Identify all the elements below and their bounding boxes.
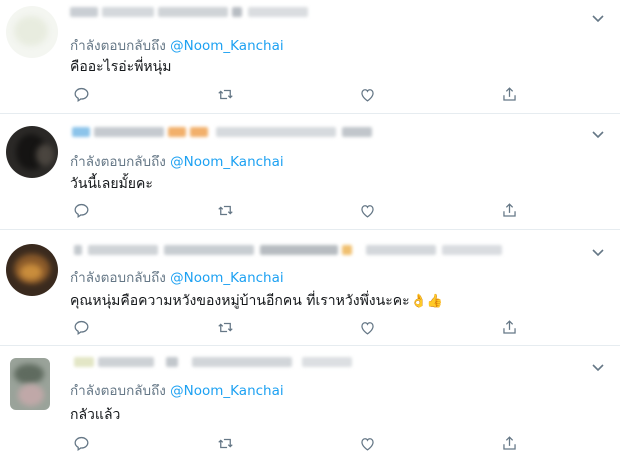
reply-icon [72,87,91,108]
reply-button[interactable] [72,318,92,338]
like-button[interactable] [358,85,378,105]
reply-context: กำลังตอบกลับถึง @Noom_Kanchai [70,266,284,288]
chevron-down-icon [590,360,606,379]
tweet-card[interactable]: กำลังตอบกลับถึง @Noom_Kanchai คืออะไรอ่ะ… [0,0,620,114]
share-button[interactable] [500,434,520,454]
heart-icon [358,89,377,108]
reply-icon [72,436,91,457]
heart-icon [358,438,377,457]
share-icon [500,436,519,457]
tweet-card[interactable]: กำลังตอบกลับถึง @Noom_Kanchai กลัวแล้ว [0,346,620,464]
more-options-button[interactable] [590,126,606,142]
avatar[interactable] [10,358,50,410]
share-icon [500,203,519,224]
blurred-username[interactable] [70,5,540,19]
reply-feed: กำลังตอบกลับถึง @Noom_Kanchai คืออะไรอ่ะ… [0,0,620,464]
tweet-text-body: กลัวแล้ว [70,407,121,423]
like-button[interactable] [358,318,378,338]
avatar[interactable] [6,244,58,296]
retweet-icon [216,89,235,108]
reply-button[interactable] [72,85,92,105]
tweet-text: กลัวแล้ว [70,404,120,426]
reply-prefix: กำลังตอบกลับถึง [70,38,166,54]
retweet-icon [216,322,235,341]
tweet-card[interactable]: กำลังตอบกลับถึง @Noom_Kanchai วันนี้เลยม… [0,114,620,230]
avatar[interactable] [6,126,58,178]
reply-context: กำลังตอบกลับถึง @Noom_Kanchai [70,379,284,401]
reply-prefix: กำลังตอบกลับถึง [70,154,166,170]
retweet-icon [216,438,235,457]
tweet-card[interactable]: กำลังตอบกลับถึง @Noom_Kanchai คุณหนุ่มคื… [0,230,620,346]
chevron-down-icon [590,127,606,146]
tweet-text-body: คืออะไรอ่ะพี่หนุ่ม [70,59,172,75]
retweet-button[interactable] [216,201,236,221]
share-button[interactable] [500,85,520,105]
blurred-username[interactable] [70,355,540,369]
more-options-button[interactable] [590,10,606,26]
blurred-username[interactable] [70,125,540,139]
share-icon [500,87,519,108]
reply-context: กำลังตอบกลับถึง @Noom_Kanchai [70,150,284,172]
like-button[interactable] [358,201,378,221]
retweet-icon [216,205,235,224]
share-icon [500,320,519,341]
retweet-button[interactable] [216,318,236,338]
mention-link[interactable]: @Noom_Kanchai [170,270,283,286]
share-button[interactable] [500,201,520,221]
tweet-actions [70,85,530,105]
chevron-down-icon [590,245,606,264]
heart-icon [358,322,377,341]
tweet-actions [70,201,530,221]
emoji: 👌👍 [410,294,443,309]
share-button[interactable] [500,318,520,338]
mention-link[interactable]: @Noom_Kanchai [170,383,283,399]
avatar[interactable] [6,6,58,58]
tweet-actions [70,318,530,338]
tweet-text: คืออะไรอ่ะพี่หนุ่ม [70,56,171,78]
retweet-button[interactable] [216,434,236,454]
tweet-text: วันนี้เลยมั้ยคะ [70,173,153,195]
tweet-text-body: คุณหนุ่มคือความหวังของหมู่บ้านอีกคน ที่เ… [70,293,410,309]
tweet-text: คุณหนุ่มคือความหวังของหมู่บ้านอีกคน ที่เ… [70,290,443,312]
reply-button[interactable] [72,201,92,221]
more-options-button[interactable] [590,359,606,375]
blurred-username[interactable] [70,243,540,257]
more-options-button[interactable] [590,244,606,260]
chevron-down-icon [590,11,606,30]
reply-context: กำลังตอบกลับถึง @Noom_Kanchai [70,34,284,56]
reply-prefix: กำลังตอบกลับถึง [70,383,166,399]
retweet-button[interactable] [216,85,236,105]
reply-prefix: กำลังตอบกลับถึง [70,270,166,286]
reply-button[interactable] [72,434,92,454]
like-button[interactable] [358,434,378,454]
tweet-actions [70,434,530,454]
heart-icon [358,205,377,224]
reply-icon [72,203,91,224]
reply-icon [72,320,91,341]
mention-link[interactable]: @Noom_Kanchai [170,154,283,170]
tweet-text-body: วันนี้เลยมั้ยคะ [70,176,153,192]
mention-link[interactable]: @Noom_Kanchai [170,38,283,54]
